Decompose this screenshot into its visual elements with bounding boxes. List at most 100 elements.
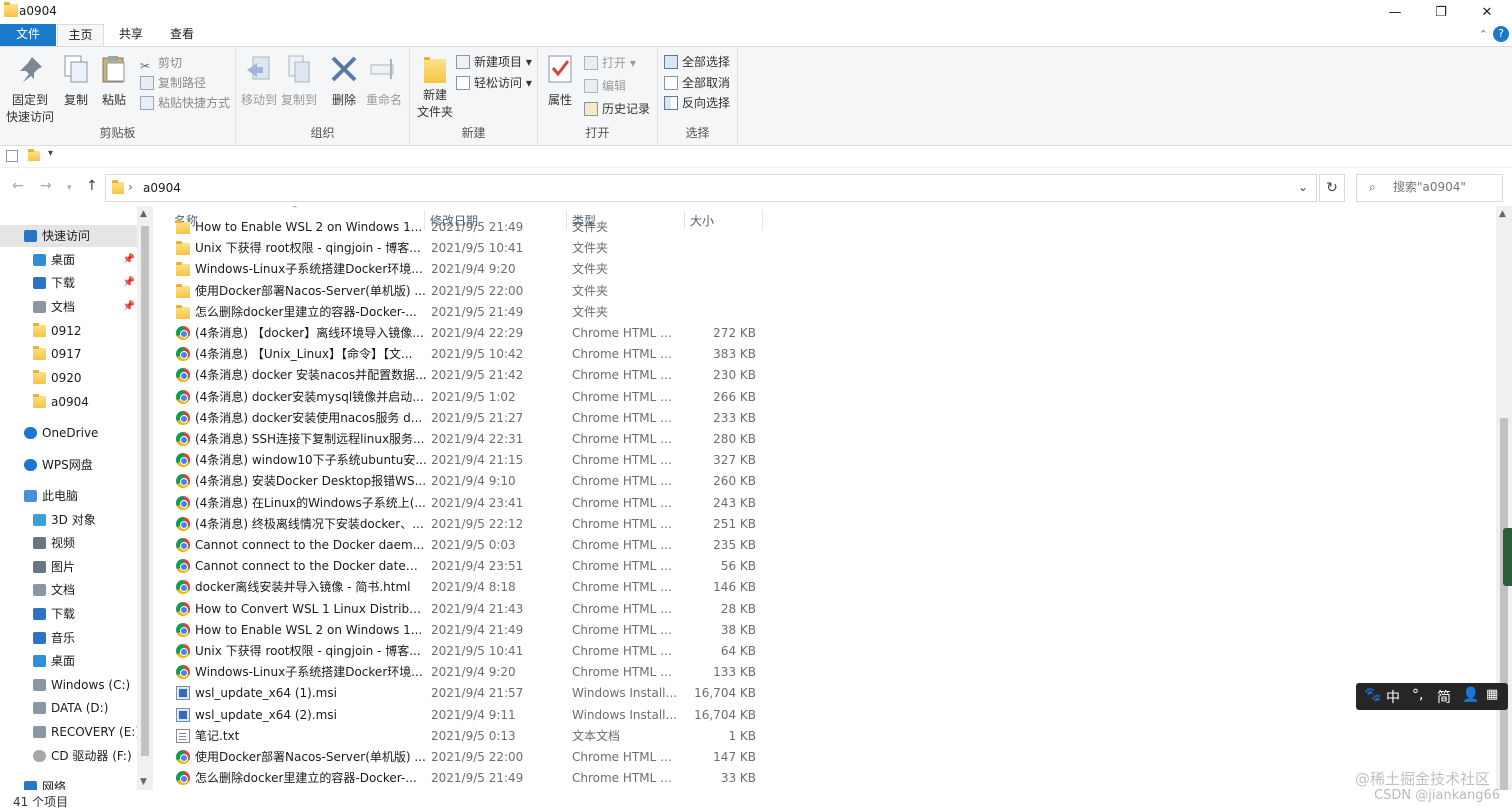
- nav-item[interactable]: 此电脑: [0, 485, 137, 507]
- file-row[interactable]: 使用Docker部署Nacos-Server(单机版) ... 2021/9/5 …: [171, 747, 791, 768]
- search-input[interactable]: [1393, 180, 1498, 194]
- cut-button[interactable]: ✂ 剪切: [140, 53, 182, 73]
- file-row[interactable]: Windows-Linux子系统搭建Docker环境... 2021/9/4 9:…: [171, 662, 791, 683]
- nav-item[interactable]: 视频: [0, 532, 137, 554]
- copy-button[interactable]: 复制: [60, 51, 92, 108]
- nav-scrollbar[interactable]: ▲ ▼: [137, 206, 153, 790]
- user-icon[interactable]: 👤: [1462, 687, 1479, 703]
- open-button[interactable]: 打开 ▾: [584, 53, 636, 73]
- invert-selection-button[interactable]: 反向选择: [664, 93, 730, 113]
- recent-locations-chevron-icon[interactable]: ▾: [67, 183, 72, 193]
- scroll-up-icon[interactable]: ▲: [1499, 209, 1506, 219]
- ime-mode[interactable]: 中: [1386, 687, 1400, 707]
- file-row[interactable]: How to Convert WSL 1 Linux Distribu... 20…: [171, 599, 791, 620]
- select-all-button[interactable]: 全部选择: [664, 52, 730, 72]
- select-none-button[interactable]: 全部取消: [664, 73, 730, 93]
- file-row[interactable]: (4条消息) 安装Docker Desktop报错WS... 2021/9/4 9…: [171, 471, 791, 492]
- tab-view[interactable]: 查看: [160, 24, 204, 46]
- minimize-button[interactable]: —: [1372, 0, 1418, 24]
- nav-item[interactable]: 桌面: [0, 650, 137, 672]
- move-to-button[interactable]: 移动到: [240, 51, 278, 108]
- new-folder-icon[interactable]: [28, 149, 40, 161]
- close-button[interactable]: ✕: [1464, 0, 1510, 24]
- nav-item[interactable]: 快速访问: [0, 225, 137, 247]
- ime-punctuation[interactable]: °,: [1412, 687, 1423, 703]
- file-row[interactable]: (4条消息) docker安装mysql镜像并启动... 2021/9/5 1:0…: [171, 387, 791, 408]
- file-row[interactable]: (4条消息) docker安装使用nacos服务 d... 2021/9/5 21…: [171, 408, 791, 429]
- customize-toolbar-chevron-icon[interactable]: ▾: [48, 148, 53, 159]
- file-row[interactable]: How to Enable WSL 2 on Windows 1... 2021/…: [171, 217, 791, 238]
- properties-icon[interactable]: [6, 150, 18, 162]
- nav-item[interactable]: 文档 📌: [0, 296, 137, 318]
- file-row[interactable]: Cannot connect to the Docker datem... 202…: [171, 556, 791, 577]
- file-row[interactable]: wsl_update_x64 (1).msi 2021/9/4 21:57 Wind…: [171, 683, 791, 704]
- grid-menu-icon[interactable]: ▦: [1486, 687, 1498, 702]
- help-icon[interactable]: ?: [1493, 26, 1509, 42]
- paste-button[interactable]: 粘贴: [98, 51, 130, 108]
- tab-share[interactable]: 共享: [109, 24, 153, 46]
- tab-file[interactable]: 文件: [0, 24, 56, 46]
- nav-item[interactable]: DATA (D:): [0, 697, 137, 719]
- scroll-up-icon[interactable]: ▲: [140, 209, 147, 219]
- nav-item[interactable]: WPS网盘: [0, 454, 137, 476]
- nav-item[interactable]: 下载 📌: [0, 272, 137, 294]
- file-row[interactable]: Unix 下获得 root权限 - qingjoin - 博客... 2021/9…: [171, 641, 791, 662]
- copy-to-button[interactable]: 复制到: [280, 51, 318, 108]
- copy-path-button[interactable]: 复制路径: [140, 73, 206, 93]
- delete-button[interactable]: 删除: [328, 51, 360, 108]
- paste-shortcut-button[interactable]: 粘贴快捷方式: [140, 93, 230, 113]
- breadcrumb-a0904[interactable]: a0904: [143, 181, 181, 195]
- nav-item[interactable]: 3D 对象: [0, 509, 137, 531]
- file-row[interactable]: (4条消息) SSH连接下复制远程linux服务... 2021/9/4 22:3…: [171, 429, 791, 450]
- easy-access-button[interactable]: 轻松访问 ▾: [456, 73, 532, 93]
- new-item-button[interactable]: 新建项目 ▾: [456, 52, 532, 72]
- file-row[interactable]: (4条消息) 【Unix_Linux】【命令】【文... 2021/9/5 10:…: [171, 344, 791, 365]
- file-row[interactable]: Cannot connect to the Docker daem... 2021…: [171, 535, 791, 556]
- nav-item[interactable]: 桌面 📌: [0, 249, 137, 271]
- nav-item[interactable]: CD 驱动器 (F:): [0, 745, 137, 767]
- address-dropdown-icon[interactable]: ⌄: [1298, 180, 1308, 194]
- nav-item[interactable]: 下载: [0, 603, 137, 625]
- up-button[interactable]: ↑: [86, 178, 98, 194]
- file-row[interactable]: wsl_update_x64 (2).msi 2021/9/4 9:11 Windo…: [171, 705, 791, 726]
- nav-item[interactable]: 0912: [0, 320, 137, 342]
- new-folder-button[interactable]: 新建 文件夹: [414, 51, 456, 120]
- properties-button[interactable]: 属性: [542, 51, 578, 108]
- back-button[interactable]: ←: [12, 178, 24, 194]
- address-bar[interactable]: › a0904 ⌄: [105, 174, 1317, 202]
- file-row[interactable]: How to Enable WSL 2 on Windows 1... 2021/…: [171, 620, 791, 641]
- scroll-down-icon[interactable]: ▼: [140, 777, 147, 787]
- rename-button[interactable]: 重命名: [364, 51, 404, 108]
- pin-to-quick-access-button[interactable]: 固定到 快速访问: [4, 51, 56, 125]
- search-box[interactable]: ⌕: [1356, 174, 1503, 202]
- file-row[interactable]: Unix 下获得 root权限 - qingjoin - 博客... 2021/9…: [171, 238, 791, 259]
- file-row[interactable]: 使用Docker部署Nacos-Server(单机版) ... 2021/9/5 …: [171, 281, 791, 302]
- file-row[interactable]: 怎么删除docker里建立的容器-Docker-... 2021/9/5 21:4…: [171, 768, 791, 789]
- nav-item[interactable]: 网络: [0, 776, 137, 790]
- nav-item[interactable]: OneDrive: [0, 422, 137, 444]
- file-row[interactable]: (4条消息) 在Linux的Windows子系统上(... 2021/9/4 23…: [171, 493, 791, 514]
- nav-scrollbar-thumb[interactable]: [141, 226, 149, 756]
- nav-item[interactable]: RECOVERY (E:): [0, 721, 140, 743]
- file-row[interactable]: (4条消息) 终极离线情况下安装docker、... 2021/9/5 22:12…: [171, 514, 791, 535]
- paw-icon[interactable]: 🐾: [1364, 687, 1381, 703]
- nav-item[interactable]: 0920: [0, 367, 137, 389]
- history-button[interactable]: 历史记录: [584, 99, 650, 119]
- breadcrumb-separator-icon[interactable]: ›: [128, 180, 133, 194]
- nav-item[interactable]: 音乐: [0, 627, 137, 649]
- file-row[interactable]: Windows-Linux子系统搭建Docker环境... 2021/9/4 9:…: [171, 259, 791, 280]
- file-row[interactable]: (4条消息) window10下子系统ubuntu安... 2021/9/4 21…: [171, 450, 791, 471]
- forward-button[interactable]: →: [40, 178, 52, 194]
- file-row[interactable]: 怎么删除docker里建立的容器-Docker-... 2021/9/5 21:4…: [171, 302, 791, 323]
- maximize-button[interactable]: ❐: [1418, 0, 1464, 24]
- nav-item[interactable]: Windows (C:): [0, 674, 137, 696]
- nav-item[interactable]: a0904: [0, 391, 137, 413]
- tab-home[interactable]: 主页: [57, 24, 104, 46]
- nav-item[interactable]: 文档: [0, 579, 137, 601]
- file-row[interactable]: docker离线安装并导入镜像 - 简书.html 2021/9/4 8:18 Ch…: [171, 577, 791, 598]
- file-list-scrollbar-thumb[interactable]: [1500, 418, 1508, 790]
- file-row[interactable]: (4条消息) 【docker】离线环境导入镜像... 2021/9/4 22:29…: [171, 323, 791, 344]
- nav-item[interactable]: 0917: [0, 343, 137, 365]
- file-row[interactable]: 笔记.txt 2021/9/5 0:13 文本文档 1 KB: [171, 726, 791, 747]
- collapse-ribbon-icon[interactable]: ⌃: [1479, 28, 1488, 41]
